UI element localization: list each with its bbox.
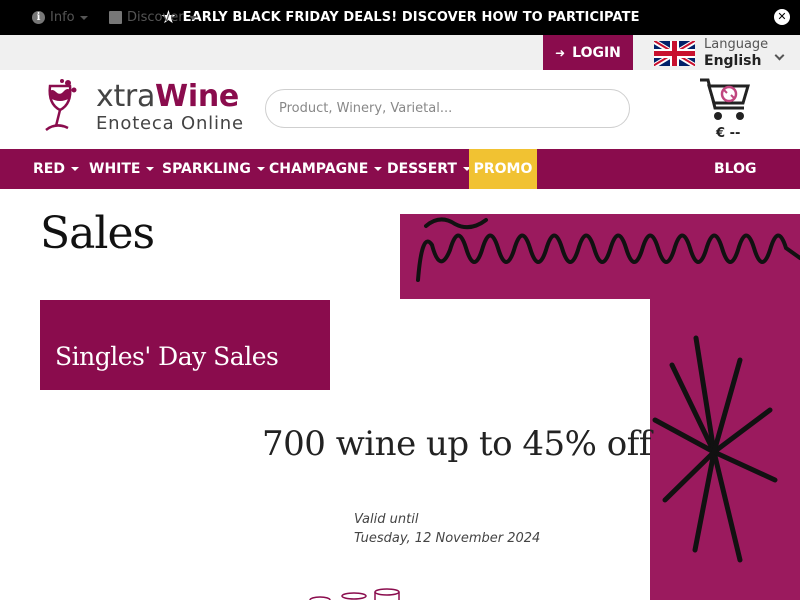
nav-item-champagne[interactable]: CHAMPAGNE xyxy=(269,149,383,189)
page-title: Sales xyxy=(40,208,155,259)
nav-item-promo[interactable]: PROMO xyxy=(469,149,537,189)
valid-label: Valid until xyxy=(354,512,419,527)
login-label: LOGIN xyxy=(572,44,621,61)
nav-label: CHAMPAGNE xyxy=(269,161,369,177)
promo-label: Singles' Day Sales xyxy=(55,342,279,371)
book-icon xyxy=(109,11,122,24)
caret-down-icon xyxy=(374,167,383,171)
caret-down-icon xyxy=(188,15,197,20)
caret-down-icon xyxy=(146,167,155,171)
nav-label: BLOG xyxy=(714,161,757,177)
nav-item-dessert[interactable]: DESSERT xyxy=(387,149,471,189)
promo-label-box: Singles' Day Sales xyxy=(40,300,330,390)
valid-date: Tuesday, 12 November 2024 xyxy=(354,531,541,546)
promo-headline: 700 wine up to 45% off xyxy=(262,424,651,464)
info-icon: i xyxy=(32,11,45,24)
logo-wordmark: xtraWine xyxy=(96,79,239,114)
validity-info: Valid until Tuesday, 12 November 2024 xyxy=(354,510,540,548)
login-button[interactable]: ➜ LOGIN xyxy=(543,35,633,70)
cart-button[interactable] xyxy=(698,76,752,124)
discover-menu[interactable]: Discover xyxy=(109,0,197,35)
cart-total: € -- xyxy=(716,126,741,141)
announcement-text[interactable]: EARLY BLACK FRIDAY DEALS! DISCOVER HOW T… xyxy=(183,10,640,25)
wine-glass-logo-icon xyxy=(45,79,77,132)
nav-label: WHITE xyxy=(89,161,141,177)
language-value: English xyxy=(704,53,762,69)
caret-down-icon xyxy=(256,167,265,171)
info-label: Info xyxy=(50,10,75,25)
nav-label: SPARKLING xyxy=(162,161,251,177)
nav-item-red[interactable]: RED xyxy=(33,149,79,189)
nav-item-blog[interactable]: BLOG xyxy=(714,149,757,189)
logo-tagline: Enoteca Online xyxy=(96,113,244,134)
site-logo[interactable]: xtraWine Enoteca Online xyxy=(38,78,248,138)
search-input[interactable] xyxy=(265,89,630,128)
chevron-down-icon xyxy=(774,50,785,60)
language-selector[interactable]: Language English xyxy=(654,37,785,69)
uk-flag-icon xyxy=(654,40,695,66)
close-icon[interactable]: ✕ xyxy=(774,9,790,25)
main-nav: RED WHITE SPARKLING CHAMPAGNE DESSERT PR… xyxy=(0,149,800,189)
language-title: Language xyxy=(704,37,769,52)
shopping-cart-icon xyxy=(700,78,751,120)
info-menu[interactable]: i Info xyxy=(32,0,88,35)
nav-label: RED xyxy=(33,161,65,177)
caret-down-icon xyxy=(70,167,79,171)
caret-down-icon xyxy=(79,15,88,20)
nav-label: PROMO xyxy=(473,161,533,177)
nav-item-sparkling[interactable]: SPARKLING xyxy=(162,149,265,189)
nav-label: DESSERT xyxy=(387,161,457,177)
login-icon: ➜ xyxy=(555,45,566,60)
nav-item-white[interactable]: WHITE xyxy=(89,149,155,189)
discover-label: Discover xyxy=(127,10,184,25)
